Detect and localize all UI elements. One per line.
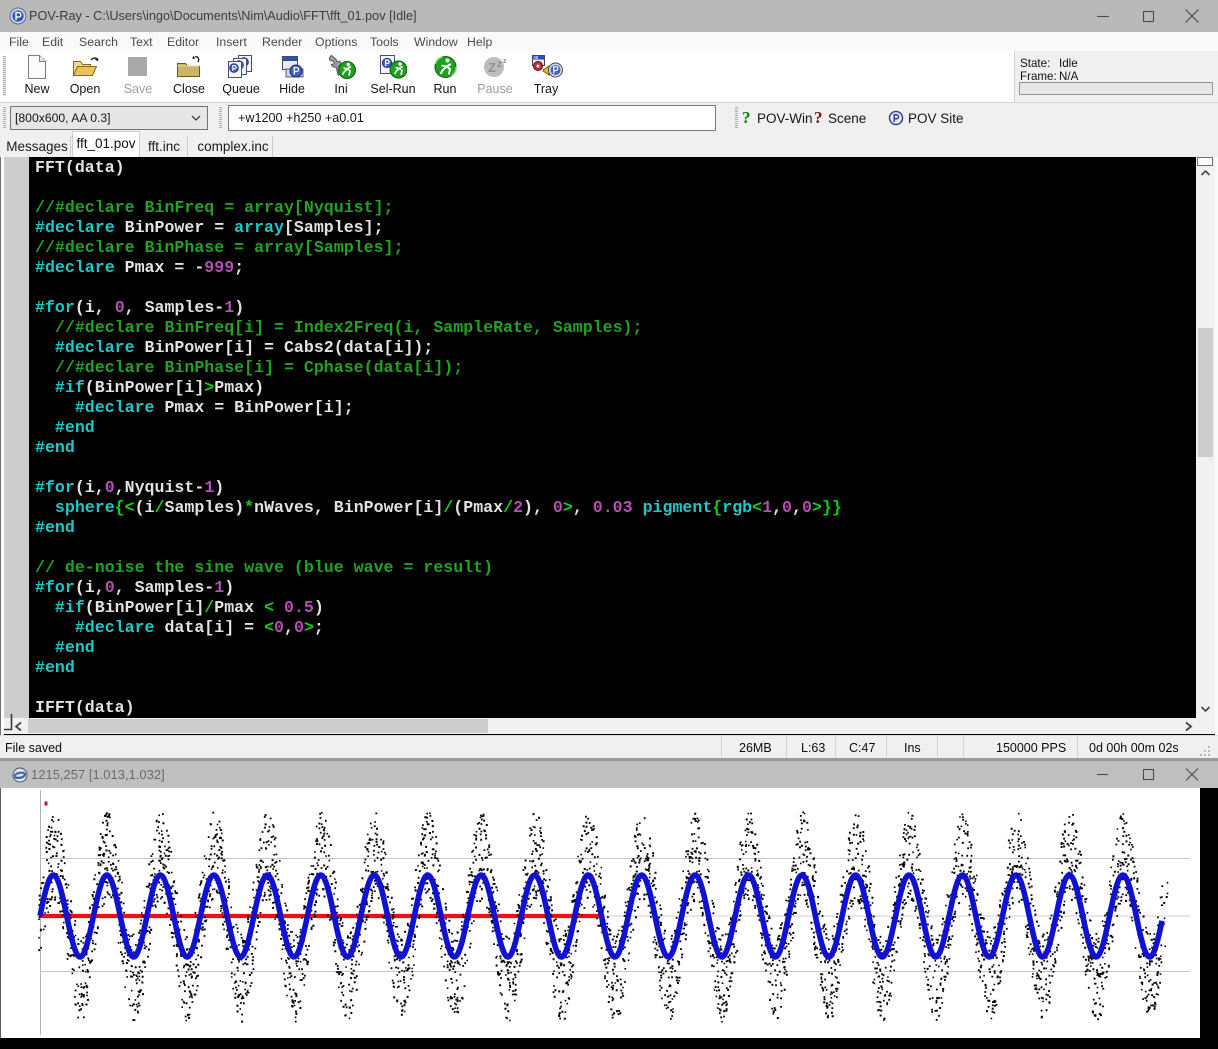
svg-text:?: ?: [742, 109, 751, 127]
svg-text:Z: Z: [488, 60, 496, 75]
svg-text:?: ?: [814, 109, 823, 127]
svg-text:z: z: [497, 59, 502, 70]
svg-text:38: 38: [533, 55, 539, 60]
svg-text:z: z: [503, 58, 507, 65]
